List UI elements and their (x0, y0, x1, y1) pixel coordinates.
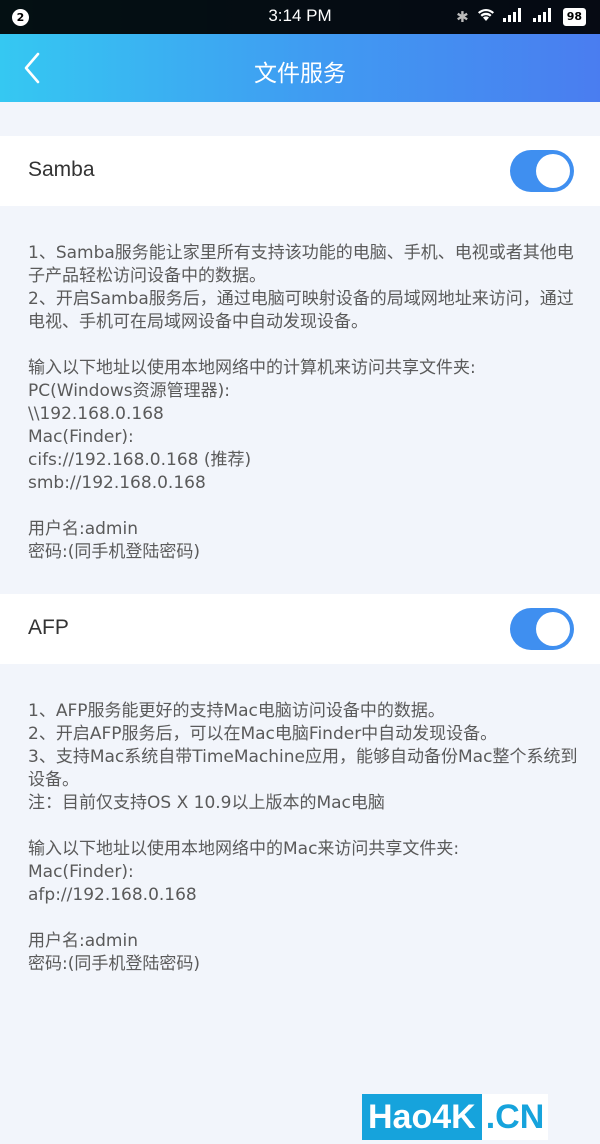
afp-line: 密码:(同手机登陆密码) (28, 954, 200, 974)
afp-line: afp://192.168.0.168 (28, 885, 197, 905)
toggle-knob (536, 612, 570, 646)
afp-row: AFP (0, 594, 600, 664)
signal-icon-2 (532, 7, 555, 27)
samba-description: 1、Samba服务能让家里所有支持该功能的电脑、手机、电视或者其他电子产品轻松访… (28, 242, 578, 564)
watermark-part1: Hao4K (362, 1094, 482, 1140)
samba-line: 1、Samba服务能让家里所有支持该功能的电脑、手机、电视或者其他电子产品轻松访… (28, 243, 574, 286)
samba-line: 密码:(同手机登陆密码) (28, 542, 200, 562)
samba-line: PC(Windows资源管理器): (28, 381, 230, 401)
watermark-logo: Hao4K .CN (362, 1094, 600, 1140)
samba-line: 输入以下地址以使用本地网络中的计算机来访问共享文件夹: (28, 358, 476, 378)
status-icons: ✱ 98 (456, 7, 586, 27)
header: 2 3:14 PM ✱ 98 文件服务 (0, 0, 600, 102)
samba-line: smb://192.168.0.168 (28, 473, 206, 493)
status-bar: 2 3:14 PM ✱ 98 (0, 0, 600, 34)
samba-label: Samba (28, 158, 95, 181)
bluetooth-icon: ✱ (456, 8, 469, 26)
samba-line: cifs://192.168.0.168 (推荐) (28, 450, 252, 470)
samba-line: \\192.168.0.168 (28, 404, 164, 424)
samba-line: Mac(Finder): (28, 427, 134, 447)
afp-line: 2、开启AFP服务后，可以在Mac电脑Finder中自动发现设备。 (28, 724, 498, 744)
signal-icon (502, 7, 525, 27)
battery-indicator: 98 (562, 8, 586, 26)
samba-row: Samba (0, 136, 600, 206)
samba-line: 用户名:admin (28, 519, 138, 539)
nav-bar: 文件服务 (0, 34, 600, 102)
page-title: 文件服务 (254, 61, 346, 87)
samba-line: 2、开启Samba服务后，通过电脑可映射设备的局域网地址来访问，通过电视、手机可… (28, 289, 574, 332)
watermark-part2: .CN (481, 1094, 549, 1140)
samba-toggle[interactable] (510, 150, 574, 192)
toggle-knob (536, 154, 570, 188)
afp-line: 用户名:admin (28, 931, 138, 951)
afp-label: AFP (28, 616, 69, 639)
afp-description: 1、AFP服务能更好的支持Mac电脑访问设备中的数据。 2、开启AFP服务后，可… (28, 700, 578, 976)
afp-line: 1、AFP服务能更好的支持Mac电脑访问设备中的数据。 (28, 701, 445, 721)
afp-line: 注：目前仅支持OS X 10.9以上版本的Mac电脑 (28, 793, 385, 813)
afp-line: Mac(Finder): (28, 862, 134, 882)
wifi-icon (477, 7, 495, 27)
afp-line: 3、支持Mac系统自带TimeMachine应用，能够自动备份Mac整个系统到设… (28, 747, 578, 790)
afp-line: 输入以下地址以使用本地网络中的Mac来访问共享文件夹: (28, 839, 460, 859)
afp-toggle[interactable] (510, 608, 574, 650)
